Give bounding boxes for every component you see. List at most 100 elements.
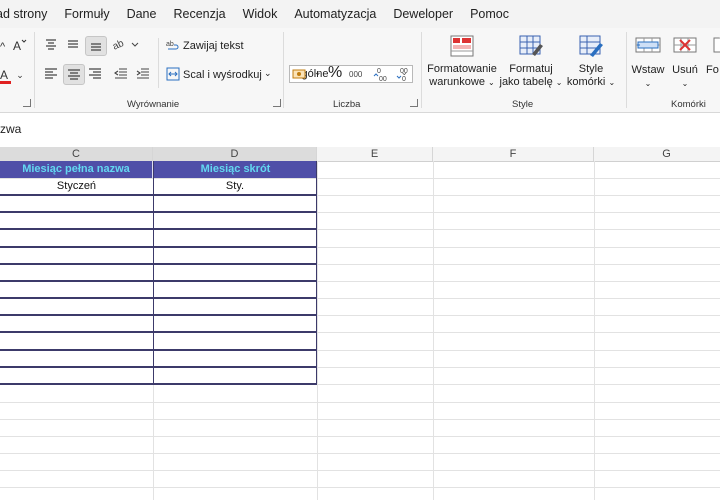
table-border: [0, 246, 317, 248]
chevron-down-icon: ⌄: [555, 78, 563, 87]
column-header-f[interactable]: F: [433, 147, 594, 161]
svg-text:ab: ab: [112, 38, 126, 52]
table-header-month-full[interactable]: Miesiąc pełna nazwa: [0, 161, 152, 178]
table-border: [0, 331, 317, 333]
orientation-icon[interactable]: ab: [112, 36, 140, 53]
gridline: [0, 487, 720, 488]
menu-page-layout[interactable]: ad strony: [0, 7, 47, 21]
font-color-icon[interactable]: A: [0, 68, 12, 84]
format-as-table-button[interactable]: Formatuj jako tabelę ⌄: [498, 63, 564, 89]
menu-automate[interactable]: Automatyzacja: [294, 7, 376, 21]
increase-indent-icon[interactable]: [134, 65, 152, 82]
merge-dropdown-icon[interactable]: ⌄: [264, 68, 272, 79]
menu-review[interactable]: Recenzja: [173, 7, 225, 21]
delete-cells-label: Usuń: [672, 64, 698, 76]
merge-center-button[interactable]: Scal i wyśrodkuj: [183, 69, 262, 81]
number-launcher-icon[interactable]: [410, 99, 418, 107]
insert-cells-label: Wstaw: [631, 64, 665, 76]
align-middle-icon[interactable]: [64, 36, 82, 53]
table-border: [0, 211, 317, 213]
group-separator: [34, 32, 35, 108]
cell-styles-label: Style komórki: [566, 63, 606, 88]
menu-help[interactable]: Pomoc: [470, 7, 509, 21]
menu-formulas[interactable]: Formuły: [64, 7, 109, 21]
alignment-group-label: Wyrównanie: [127, 99, 180, 110]
cell-styles-icon[interactable]: [578, 34, 604, 58]
wrap-text-icon[interactable]: ab: [166, 38, 180, 52]
align-top-icon[interactable]: [42, 36, 60, 53]
table-border: [0, 280, 317, 282]
column-header-c[interactable]: C: [0, 147, 153, 161]
formula-bar-content[interactable]: zwa: [0, 122, 21, 136]
font-color-dropdown-icon[interactable]: ⌄: [15, 70, 25, 80]
table-border: [0, 383, 317, 385]
table-border: [0, 263, 317, 265]
currency-dropdown-icon[interactable]: ⌄: [314, 67, 322, 78]
percent-button[interactable]: %: [328, 64, 342, 82]
table-border: [0, 228, 317, 230]
conditional-formatting-icon[interactable]: [449, 34, 475, 58]
svg-text:A: A: [13, 39, 21, 53]
gridline: [0, 436, 720, 437]
decrease-decimal-icon[interactable]: 00 0: [396, 66, 414, 82]
format-as-table-label: Formatuj jako tabelę: [499, 63, 553, 88]
group-separator: [158, 38, 159, 88]
delete-cells-button[interactable]: Usuń ⌄: [668, 64, 702, 90]
gridline: [0, 453, 720, 454]
menu-bar: ad strony Formuły Dane Recenzja Widok Au…: [0, 0, 720, 28]
table-cell[interactable]: Sty.: [153, 178, 317, 195]
merge-center-icon[interactable]: [166, 67, 180, 81]
format-cells-button[interactable]: Fo: [706, 64, 719, 76]
format-cells-icon[interactable]: [710, 36, 720, 58]
alignment-launcher-icon[interactable]: [273, 99, 281, 107]
column-headers: C D E F G: [0, 147, 720, 162]
cells-group-label: Komórki: [671, 99, 706, 110]
group-separator: [421, 32, 422, 108]
align-left-icon[interactable]: [42, 65, 60, 82]
menu-developer[interactable]: Deweloper: [393, 7, 453, 21]
table-border: [316, 161, 317, 385]
menu-data[interactable]: Dane: [127, 7, 157, 21]
svg-text:0: 0: [377, 68, 381, 75]
decrease-indent-icon[interactable]: [112, 65, 130, 82]
increase-decimal-icon[interactable]: 0 00: [373, 66, 391, 82]
svg-text:A: A: [0, 68, 8, 82]
column-header-g[interactable]: G: [594, 147, 720, 161]
menu-view[interactable]: Widok: [243, 7, 278, 21]
gridline: [0, 402, 720, 403]
format-as-table-icon[interactable]: [518, 34, 544, 58]
insert-cells-icon[interactable]: [634, 36, 662, 58]
chevron-down-icon: ⌄: [608, 78, 616, 87]
insert-cells-button[interactable]: Wstaw ⌄: [630, 64, 666, 90]
delete-cells-icon[interactable]: [672, 36, 698, 58]
svg-text:0: 0: [402, 76, 406, 82]
chevron-down-icon: ⌄: [681, 79, 689, 88]
currency-icon[interactable]: [292, 66, 310, 82]
chevron-down-icon: ⌄: [644, 79, 652, 88]
column-header-e[interactable]: E: [317, 147, 433, 161]
number-group-label: Liczba: [333, 99, 361, 110]
table-border: [0, 366, 317, 368]
align-bottom-icon[interactable]: [85, 36, 107, 56]
svg-text:00: 00: [400, 68, 408, 75]
table-border: [0, 297, 317, 299]
formula-bar[interactable]: zwa: [0, 113, 720, 148]
comma-style-icon[interactable]: 000: [349, 66, 367, 82]
column-header-d[interactable]: D: [153, 147, 317, 161]
table-header-month-short[interactable]: Miesiąc skrót: [154, 161, 317, 178]
cell-styles-button[interactable]: Style komórki ⌄: [564, 63, 618, 89]
svg-text:ab: ab: [166, 41, 174, 48]
wrap-text-button[interactable]: Zawijaj tekst: [183, 40, 244, 52]
conditional-formatting-label: Formatowanie warunkowe: [427, 63, 497, 88]
font-launcher-icon[interactable]: [23, 99, 31, 107]
sheet-grid[interactable]: Miesiąc pełna nazwa Miesiąc skrót Stycze…: [0, 161, 720, 500]
chevron-down-icon: ⌄: [488, 78, 495, 87]
table-cell[interactable]: Styczeń: [0, 178, 153, 195]
gridline: [0, 419, 720, 420]
table-border: [153, 161, 154, 385]
svg-text:00: 00: [379, 76, 387, 82]
font-shrink-icon[interactable]: A: [11, 37, 27, 53]
conditional-formatting-button[interactable]: Formatowanie warunkowe ⌄: [426, 63, 498, 89]
align-right-icon[interactable]: [86, 65, 104, 82]
align-center-icon[interactable]: [63, 64, 85, 85]
